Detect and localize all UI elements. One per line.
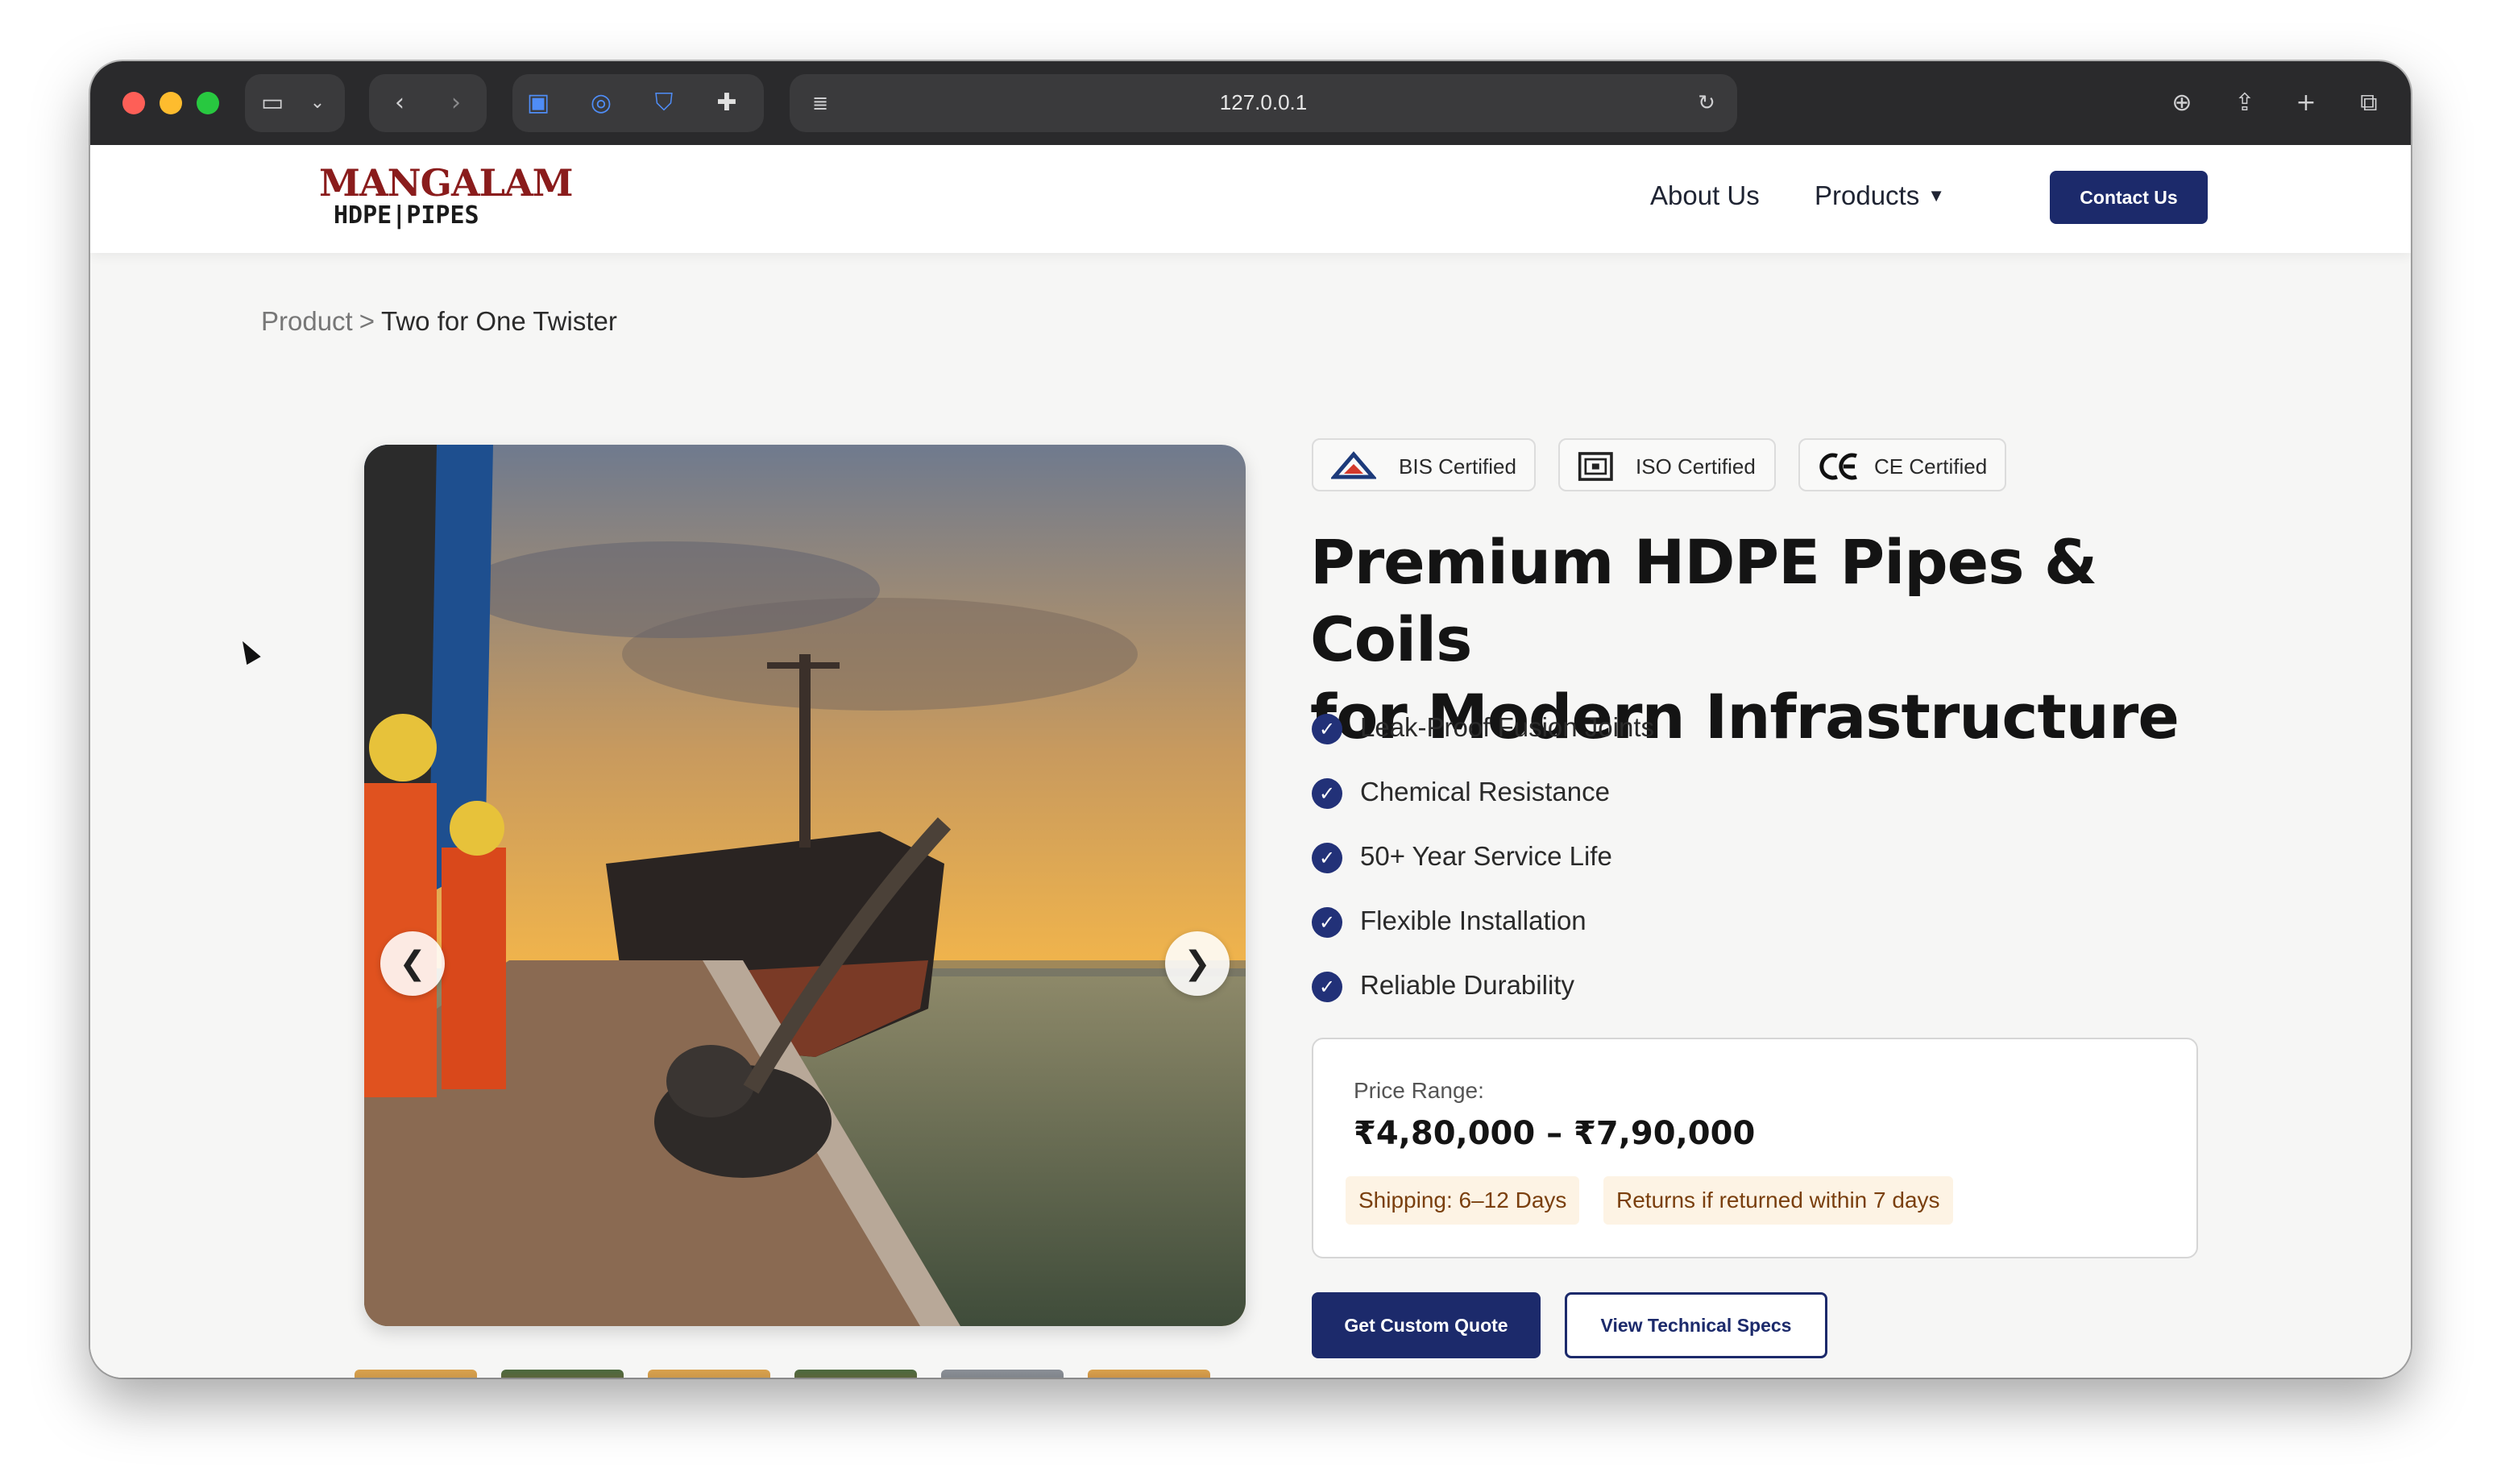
feature-label: Leak-Proof Fusion Joints bbox=[1360, 712, 1655, 742]
brand-logo[interactable]: MANGALAM HDPE|PIPES bbox=[319, 161, 574, 237]
check-icon: ✓ bbox=[1312, 714, 1342, 744]
badge-bis: BIS Certified bbox=[1312, 438, 1536, 491]
breadcrumb-separator: > bbox=[359, 306, 375, 336]
contact-us-button[interactable]: Contact Us bbox=[2050, 171, 2208, 224]
thumbnail[interactable] bbox=[355, 1370, 477, 1378]
breadcrumb: Product > Two for One Twister bbox=[261, 306, 617, 337]
feature-label: Chemical Resistance bbox=[1360, 777, 1610, 806]
caret-down-icon: ▼ bbox=[1927, 185, 1946, 205]
extensions-group: ▣ ◎ ⛉ ✚ bbox=[512, 74, 764, 132]
breadcrumb-current: Two for One Twister bbox=[381, 306, 617, 336]
feature-label: 50+ Year Service Life bbox=[1360, 841, 1612, 871]
feature-item: ✓ Reliable Durability bbox=[1312, 967, 1956, 1007]
thumbnail[interactable] bbox=[941, 1370, 1064, 1378]
back-icon[interactable]: ‹ bbox=[385, 89, 414, 118]
iso-icon bbox=[1578, 452, 1613, 481]
extension-icon[interactable]: ✚ bbox=[712, 89, 741, 118]
thumbnail[interactable] bbox=[794, 1370, 917, 1378]
page: MANGALAM HDPE|PIPES About Us Products ▼ C… bbox=[90, 145, 2411, 1378]
bis-icon bbox=[1331, 451, 1376, 479]
product-image: ❮ ❯ bbox=[364, 445, 1246, 1326]
browser-toolbar: ▭ ⌄ ‹ › ▣ ◎ ⛉ ✚ ≣ 127.0.0.1 ↻ ⊕ ⇪ + ⧉ bbox=[90, 61, 2411, 145]
nav-products[interactable]: Products ▼ bbox=[1815, 180, 1945, 211]
carousel-next-button[interactable]: ❯ bbox=[1165, 931, 1230, 996]
feature-label: Flexible Installation bbox=[1360, 906, 1586, 935]
mouse-cursor bbox=[235, 636, 261, 665]
forward-icon[interactable]: › bbox=[442, 89, 471, 118]
product-title-line-1: Premium HDPE Pipes & Coils bbox=[1310, 526, 2097, 675]
thumbnail-strip bbox=[355, 1370, 1241, 1378]
carousel-prev-button[interactable]: ❮ bbox=[380, 931, 445, 996]
badge-label: BIS Certified bbox=[1399, 454, 1516, 479]
nav-products-label: Products bbox=[1815, 180, 1920, 210]
feature-item: ✓ 50+ Year Service Life bbox=[1312, 838, 1956, 878]
address-bar[interactable]: ≣ 127.0.0.1 ↻ bbox=[790, 74, 1737, 132]
ship-at-dock-photo bbox=[364, 445, 1246, 1326]
view-technical-specs-button[interactable]: View Technical Specs bbox=[1565, 1292, 1827, 1358]
check-icon: ✓ bbox=[1312, 843, 1342, 873]
returns-chip: Returns if returned within 7 days bbox=[1603, 1176, 1953, 1225]
download-icon[interactable]: ⊕ bbox=[2167, 89, 2196, 118]
sidebar-icon[interactable]: ▭ bbox=[258, 89, 287, 118]
badge-label: ISO Certified bbox=[1636, 454, 1756, 479]
ce-icon bbox=[1819, 453, 1857, 480]
check-icon: ✓ bbox=[1312, 778, 1342, 809]
chevron-down-icon[interactable]: ⌄ bbox=[303, 89, 332, 118]
thumbnail[interactable] bbox=[1088, 1370, 1210, 1378]
history-nav-group: ‹ › bbox=[369, 74, 487, 132]
browser-window: ▭ ⌄ ‹ › ▣ ◎ ⛉ ✚ ≣ 127.0.0.1 ↻ ⊕ ⇪ + ⧉ MA… bbox=[90, 61, 2411, 1378]
feature-label: Reliable Durability bbox=[1360, 970, 1574, 1000]
minimize-window-button[interactable] bbox=[160, 92, 182, 114]
feature-item: ✓ Flexible Installation bbox=[1312, 902, 1956, 943]
check-icon: ✓ bbox=[1312, 972, 1342, 1002]
site-header: MANGALAM HDPE|PIPES About Us Products ▼ C… bbox=[90, 145, 2411, 253]
feature-item: ✓ Chemical Resistance bbox=[1312, 773, 1956, 814]
logo-wordmark: MANGALAM bbox=[319, 161, 574, 205]
get-custom-quote-button[interactable]: Get Custom Quote bbox=[1312, 1292, 1541, 1358]
nav-about-us[interactable]: About Us bbox=[1650, 180, 1760, 211]
price-range-label: Price Range: bbox=[1354, 1078, 1484, 1103]
extension-icon[interactable]: ◎ bbox=[587, 89, 616, 118]
logo-subtitle: HDPE|PIPES bbox=[334, 201, 479, 230]
tabs-overview-icon[interactable]: ⧉ bbox=[2354, 89, 2383, 118]
feature-item: ✓ Leak-Proof Fusion Joints bbox=[1312, 709, 1956, 749]
breadcrumb-product-link[interactable]: Product bbox=[261, 306, 353, 336]
badge-iso: ISO Certified bbox=[1558, 438, 1776, 491]
shipping-chip: Shipping: 6–12 Days bbox=[1346, 1176, 1580, 1225]
reload-icon[interactable]: ↻ bbox=[1692, 89, 1721, 118]
price-range-value: ₹4,80,000 – ₹7,90,000 bbox=[1354, 1115, 1756, 1152]
window-actions-group: ⊕ ⇪ + ⧉ bbox=[2153, 74, 2395, 132]
badge-label: CE Certified bbox=[1874, 454, 1988, 479]
thumbnail[interactable] bbox=[501, 1370, 624, 1378]
badge-ce: CE Certified bbox=[1798, 438, 2006, 491]
new-tab-icon[interactable]: + bbox=[2292, 89, 2321, 118]
close-window-button[interactable] bbox=[122, 92, 145, 114]
sidebar-toggle-group: ▭ ⌄ bbox=[245, 74, 345, 132]
extension-icon[interactable]: ▣ bbox=[524, 89, 553, 118]
shield-icon[interactable]: ⛉ bbox=[649, 89, 678, 118]
maximize-window-button[interactable] bbox=[197, 92, 219, 114]
thumbnail[interactable] bbox=[648, 1370, 770, 1378]
share-icon[interactable]: ⇪ bbox=[2230, 89, 2259, 118]
url-text: 127.0.0.1 bbox=[1219, 90, 1308, 114]
check-icon: ✓ bbox=[1312, 907, 1342, 938]
price-card: Price Range: ₹4,80,000 – ₹7,90,000 Shipp… bbox=[1312, 1038, 2198, 1258]
